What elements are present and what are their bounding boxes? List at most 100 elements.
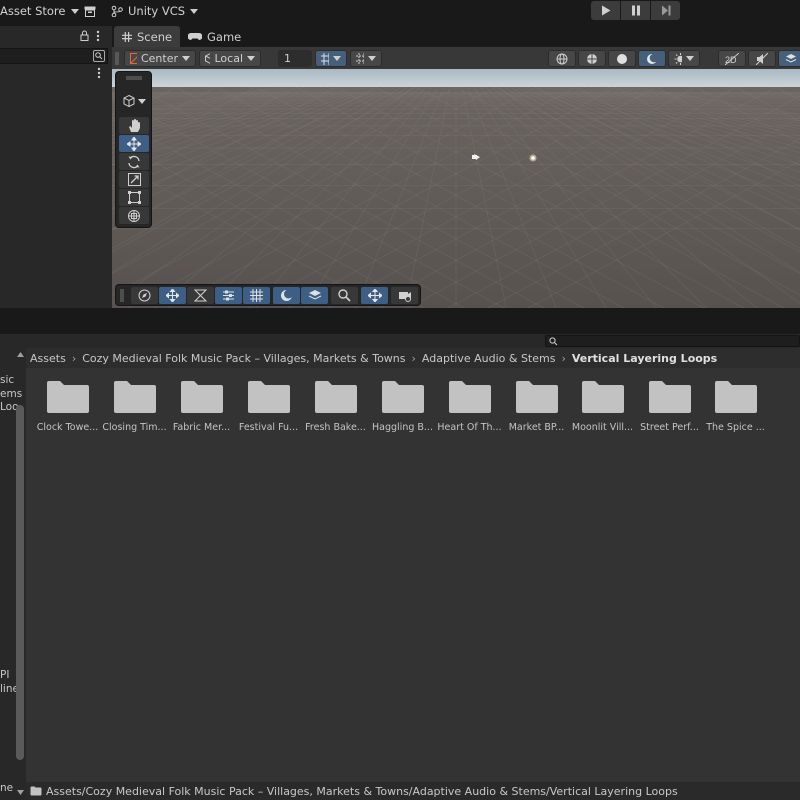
navigation-overlay-button[interactable] (361, 287, 388, 304)
sprite-overlay-button[interactable] (187, 287, 214, 304)
folder-label: Heart Of Th... (437, 422, 502, 433)
tree-item-fragment[interactable]: ne (0, 782, 13, 794)
sky (112, 69, 800, 89)
search-filter-icon[interactable] (93, 50, 105, 62)
effects-toggle[interactable] (778, 50, 800, 67)
shading-unlit-button[interactable] (638, 50, 666, 67)
drag-handle-icon[interactable] (126, 76, 142, 80)
folder-item[interactable]: Festival Fu... (235, 378, 302, 453)
audio-toggle[interactable] (748, 50, 776, 67)
chevron-down-icon (368, 56, 376, 61)
tool-context-dropdown[interactable] (119, 90, 149, 112)
folder-icon (448, 381, 491, 413)
folder-label: Closing Tim... (102, 422, 167, 433)
rotate-tool-button[interactable] (119, 153, 149, 170)
asset-store-dropdown[interactable]: Asset Store (0, 2, 79, 20)
layers-overlay-button[interactable] (301, 287, 328, 304)
shading-shaded-wireframe-button[interactable] (578, 50, 606, 67)
scene-viewport[interactable] (112, 69, 800, 308)
breadcrumb-current[interactable]: Vertical Layering Loops (572, 352, 717, 365)
folder-item[interactable]: Street Perf... (636, 378, 703, 453)
tree-item-fragment[interactable]: ems (0, 388, 22, 400)
pivot-mode-dropdown[interactable]: Center (124, 50, 196, 67)
breadcrumb-item[interactable]: Adaptive Audio & Stems (422, 352, 556, 365)
shaded-sphere-icon (617, 53, 627, 64)
folder-tree-scrollbar[interactable] (16, 405, 24, 760)
increment-snap-icon (356, 52, 364, 65)
shading-shaded-button[interactable] (608, 50, 636, 67)
increment-snap-toggle[interactable] (350, 50, 382, 67)
scroll-up-icon[interactable] (17, 352, 24, 357)
package-button[interactable] (84, 2, 96, 20)
folder-item[interactable]: The Spice ... (702, 378, 769, 453)
folder-item[interactable]: Heart Of Th... (436, 378, 503, 453)
move-arrows-icon (166, 289, 179, 302)
search-icon (338, 289, 351, 302)
pivot-space-dropdown[interactable]: Local (199, 50, 261, 67)
folder-item[interactable]: Haggling B... (369, 378, 436, 453)
more-vertical-icon[interactable] (97, 67, 101, 79)
transform-tool-button[interactable] (119, 207, 149, 224)
folder-item[interactable]: Fabric Mer... (168, 378, 235, 453)
breadcrumb-item[interactable]: Cozy Medieval Folk Music Pack – Villages… (82, 352, 405, 365)
layers-icon (785, 53, 797, 63)
project-status-bar: Assets/Cozy Medieval Folk Music Pack – V… (26, 782, 800, 800)
tab-game-label: Game (207, 29, 242, 44)
project-search-input[interactable] (545, 335, 800, 347)
breadcrumb-item[interactable]: Assets (30, 352, 66, 365)
search-overlay-button[interactable] (331, 287, 358, 304)
camera-overlay-button[interactable] (391, 287, 418, 304)
step-button[interactable] (651, 1, 680, 20)
pivot-center-icon (130, 53, 137, 64)
pause-button[interactable] (621, 1, 650, 20)
scale-tool-button[interactable] (119, 171, 149, 188)
tab-scene[interactable]: Scene (114, 26, 181, 47)
gizmos-dropdown[interactable] (668, 50, 700, 67)
grid-snap-value-field[interactable]: 1 (278, 50, 312, 67)
folder-label: Haggling B... (372, 422, 433, 433)
grid-overlay-button[interactable] (243, 287, 270, 304)
chevron-down-icon (333, 56, 341, 61)
scroll-down-icon[interactable] (17, 790, 24, 795)
mode-2d-icon: 2D (725, 52, 739, 65)
shading-wireframe-button[interactable] (548, 50, 576, 67)
folder-label: Moonlit Vill... (571, 422, 634, 433)
compass-icon (138, 289, 151, 302)
chevron-right-icon: › (561, 351, 566, 365)
more-vertical-icon[interactable] (96, 30, 100, 42)
transform-all-icon (128, 209, 140, 222)
hand-icon (128, 118, 140, 132)
unity-vcs-dropdown[interactable]: Unity VCS (111, 2, 199, 20)
branch-icon (111, 5, 123, 17)
tab-game[interactable]: Game (180, 26, 249, 47)
speaker-muted-icon (756, 52, 768, 65)
2d-mode-toggle[interactable]: 2D (718, 50, 746, 67)
settings-overlay-button[interactable] (215, 287, 242, 304)
folder-item[interactable]: Closing Tim... (101, 378, 168, 453)
rect-tool-button[interactable] (119, 189, 149, 206)
grid-snap-toggle[interactable] (315, 50, 347, 67)
lock-icon[interactable] (80, 30, 89, 41)
folder-item[interactable]: Clock Towe... (34, 378, 101, 453)
folder-item[interactable]: Fresh Bake... (302, 378, 369, 453)
search-icon (549, 337, 558, 346)
tree-item-fragment[interactable]: PI (0, 669, 9, 681)
play-button[interactable] (591, 1, 620, 20)
scene-canvas[interactable] (112, 69, 800, 308)
view-tool-button[interactable] (119, 117, 149, 134)
move-overlay-button[interactable] (159, 287, 186, 304)
light-gizmo[interactable] (529, 154, 537, 162)
folder-icon (30, 786, 42, 796)
gizmo-sun-icon (674, 52, 682, 65)
tree-item-fragment[interactable]: sic (0, 374, 14, 386)
drag-handle-icon[interactable] (115, 52, 119, 65)
move-tool-button[interactable] (119, 135, 149, 152)
folder-label: Street Perf... (640, 422, 699, 433)
pause-icon (631, 5, 640, 16)
folder-item[interactable]: Market BP... (503, 378, 570, 453)
hierarchy-search-input[interactable] (0, 48, 108, 64)
orientation-overlay-button[interactable] (131, 287, 158, 304)
drag-handle-icon[interactable] (120, 289, 124, 302)
folder-item[interactable]: Moonlit Vill... (569, 378, 636, 453)
lighting-overlay-button[interactable] (273, 287, 300, 304)
